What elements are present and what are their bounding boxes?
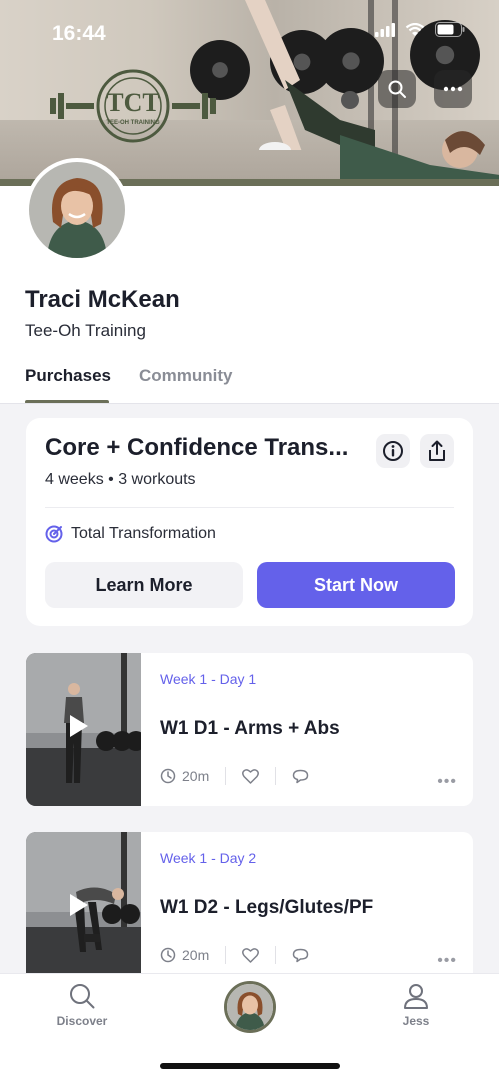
- user-icon: [404, 984, 428, 1009]
- clock-icon: [160, 947, 176, 963]
- workout-more-button[interactable]: •••: [437, 773, 457, 791]
- workout-more-button[interactable]: •••: [437, 952, 457, 970]
- profile-name: Traci McKean: [25, 286, 180, 313]
- share-button[interactable]: [420, 434, 454, 468]
- heart-icon[interactable]: [242, 947, 260, 963]
- search-icon: [388, 80, 406, 98]
- wifi-icon: [405, 22, 425, 36]
- status-bar: 16:44: [0, 0, 499, 62]
- tab-community[interactable]: Community: [139, 366, 233, 386]
- workout-thumbnail[interactable]: [26, 653, 141, 806]
- status-icons: [375, 22, 465, 37]
- profile-tabs: Purchases Community: [25, 366, 233, 386]
- workout-title: W1 D1 - Arms + Abs: [160, 718, 340, 739]
- comment-icon[interactable]: [292, 948, 309, 963]
- program-meta: 4 weeks • 3 workouts: [45, 471, 196, 488]
- workout-day: Week 1 - Day 2: [160, 850, 257, 866]
- workout-duration: 20m: [182, 768, 210, 784]
- nav-profile[interactable]: Jess: [371, 982, 461, 1028]
- signal-icon: [375, 22, 395, 37]
- card-divider: [45, 507, 454, 508]
- search-icon: [70, 984, 95, 1009]
- meta-separator: [225, 767, 227, 785]
- workout-meta: 20m: [160, 767, 309, 785]
- program-card[interactable]: Core + Confidence Trans... 4 weeks • 3 w…: [26, 418, 473, 626]
- share-icon: [429, 440, 445, 461]
- logo-subtext: TEE-OH TRAINING: [106, 120, 160, 126]
- start-now-button[interactable]: Start Now: [257, 562, 455, 608]
- workout-duration: 20m: [182, 947, 210, 963]
- play-icon[interactable]: [70, 715, 88, 737]
- home-indicator: [160, 1063, 340, 1069]
- play-icon[interactable]: [70, 894, 88, 916]
- workout-thumbnail[interactable]: [26, 832, 141, 985]
- battery-icon: [435, 22, 465, 37]
- workout-card[interactable]: Week 1 - Day 1 W1 D1 - Arms + Abs 20m ••…: [26, 653, 473, 806]
- program-goal-label: Total Transformation: [71, 525, 216, 542]
- nav-discover-label: Discover: [56, 1014, 108, 1028]
- status-time: 16:44: [52, 22, 106, 45]
- banner-athlete-torso: [340, 131, 499, 185]
- logo-text: TCT: [106, 88, 160, 117]
- workout-day: Week 1 - Day 1: [160, 671, 257, 687]
- learn-more-button[interactable]: Learn More: [45, 562, 243, 608]
- more-icon: [443, 86, 463, 92]
- nav-discover[interactable]: Discover: [37, 982, 127, 1028]
- avatar-photo: [29, 162, 125, 258]
- tabs-divider: [0, 403, 499, 404]
- info-button[interactable]: [376, 434, 410, 468]
- meta-separator: [275, 946, 277, 964]
- info-icon: [383, 441, 403, 461]
- profile-brand: Tee-Oh Training: [25, 321, 146, 340]
- clock-icon: [160, 768, 176, 784]
- nav-profile-label: Jess: [402, 1014, 430, 1028]
- workout-title: W1 D2 - Legs/Glutes/PF: [160, 897, 374, 918]
- program-title: Core + Confidence Trans...: [45, 434, 349, 461]
- search-button[interactable]: [378, 70, 416, 108]
- profile-avatar-frame: [25, 158, 129, 262]
- program-goal: Total Transformation: [45, 525, 216, 543]
- target-icon: [45, 525, 63, 543]
- profile-avatar[interactable]: [29, 162, 125, 258]
- heart-icon[interactable]: [242, 768, 260, 784]
- tab-purchases[interactable]: Purchases: [25, 366, 111, 386]
- avatar-photo: [227, 984, 273, 1030]
- more-options-button[interactable]: [434, 70, 472, 108]
- workout-meta: 20m: [160, 946, 309, 964]
- meta-separator: [225, 946, 227, 964]
- meta-separator: [275, 767, 277, 785]
- workout-card[interactable]: Week 1 - Day 2 W1 D2 - Legs/Glutes/PF 20…: [26, 832, 473, 985]
- nav-home-avatar[interactable]: [224, 981, 276, 1033]
- comment-icon[interactable]: [292, 769, 309, 784]
